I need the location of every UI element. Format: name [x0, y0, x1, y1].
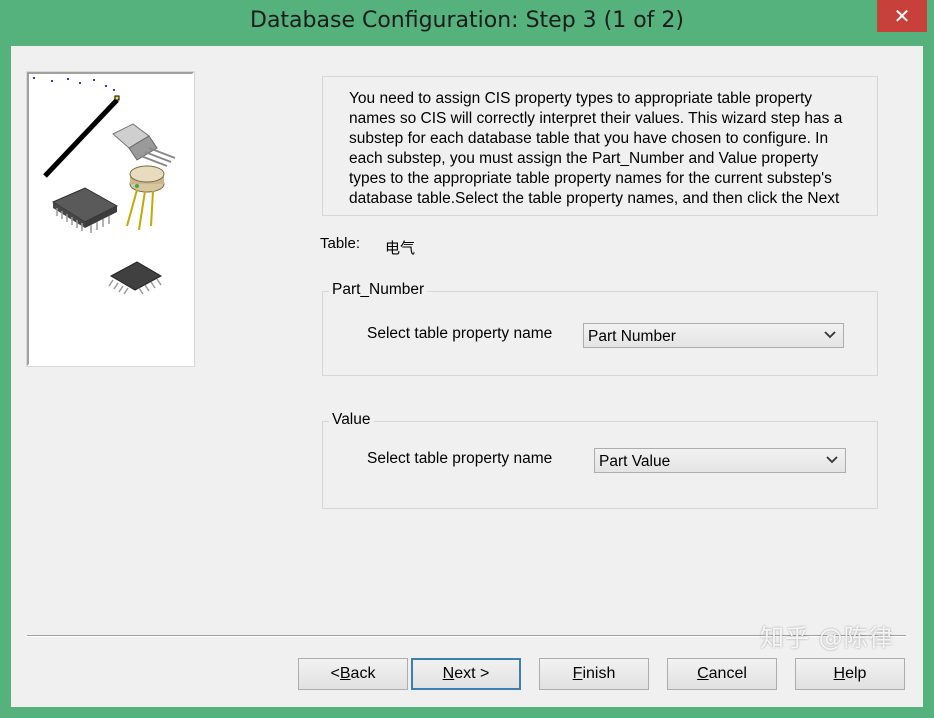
- cancel-button[interactable]: Cancel: [667, 658, 777, 690]
- value-group: Value Select table property name Part Va…: [322, 411, 878, 509]
- help-button-accelerator: H: [833, 665, 846, 682]
- description-panel: You need to assign CIS property types to…: [322, 76, 878, 216]
- window-title: Database Configuration: Step 3 (1 of 2): [250, 8, 684, 33]
- back-button-label-prefix: <: [330, 665, 340, 682]
- part-number-selected-value: Part Number: [588, 328, 676, 345]
- part-number-property-select[interactable]: Part Number: [583, 323, 844, 348]
- cancel-button-accelerator: C: [697, 665, 709, 682]
- back-button-label-suffix: ack: [350, 665, 376, 682]
- next-button-label-suffix: ext >: [454, 665, 490, 682]
- table-name-value: 电气: [385, 239, 416, 257]
- next-button-accelerator: N: [442, 665, 455, 682]
- value-property-select[interactable]: Part Value: [594, 448, 846, 473]
- next-button[interactable]: Next >: [411, 658, 521, 690]
- title-bar[interactable]: Database Configuration: Step 3 (1 of 2) …: [7, 0, 927, 46]
- finish-button-accelerator: F: [572, 665, 583, 682]
- part-number-group-title: Part_Number: [329, 281, 428, 299]
- value-field-label: Select table property name: [367, 450, 553, 467]
- wizard-illustration: [27, 72, 194, 366]
- finish-button[interactable]: Finish: [539, 658, 649, 690]
- description-text: You need to assign CIS property types to…: [349, 90, 843, 207]
- value-group-title: Value: [329, 411, 374, 429]
- chevron-down-icon: [824, 331, 836, 339]
- dialog-client-area: You need to assign CIS property types to…: [11, 46, 923, 707]
- close-button[interactable]: ✕: [877, 0, 927, 32]
- cancel-button-label-suffix: ancel: [708, 665, 747, 682]
- electronic-components-illustration: [33, 77, 176, 295]
- value-selected-value: Part Value: [599, 453, 671, 470]
- help-button-label-suffix: elp: [845, 665, 867, 682]
- help-button[interactable]: Help: [795, 658, 905, 690]
- close-icon: ✕: [893, 4, 911, 28]
- finish-button-label-suffix: inish: [582, 665, 616, 682]
- back-button-accelerator: B: [339, 665, 351, 682]
- part-number-field-label: Select table property name: [367, 325, 553, 342]
- table-label: Table:: [320, 235, 361, 252]
- dialog-window: Database Configuration: Step 3 (1 of 2) …: [7, 0, 927, 711]
- button-separator: [27, 635, 906, 637]
- part-number-group: Part_Number Select table property name P…: [322, 281, 878, 376]
- back-button[interactable]: < Back: [298, 658, 408, 690]
- chevron-down-icon: [826, 456, 838, 464]
